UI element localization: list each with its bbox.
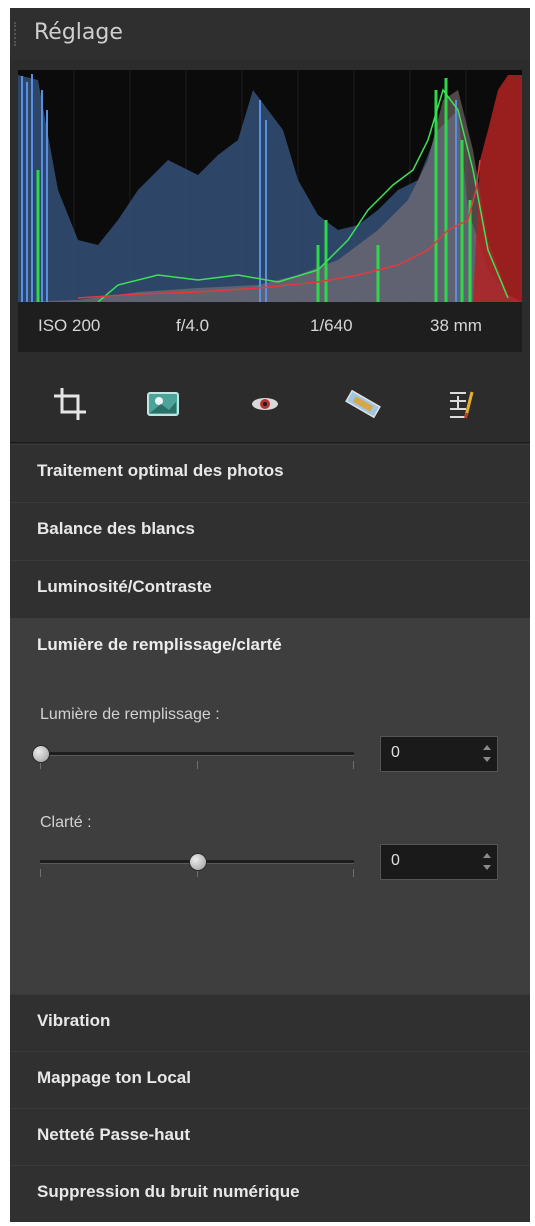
spin-up-icon[interactable] bbox=[483, 853, 491, 858]
slider-tick bbox=[353, 761, 354, 769]
eye-icon[interactable] bbox=[243, 382, 287, 426]
drag-grip-icon[interactable] bbox=[14, 22, 18, 46]
fill-light-slider-thumb[interactable] bbox=[32, 745, 50, 763]
tool-row bbox=[10, 368, 530, 443]
section-lumiere-remplissage-expanded: Lumière de remplissage/clarté Lumière de… bbox=[10, 618, 530, 994]
section-label: Balance des blancs bbox=[37, 519, 195, 538]
spin-up-icon[interactable] bbox=[483, 745, 491, 750]
section-suppression-bruit[interactable]: Suppression du bruit numérique bbox=[10, 1165, 530, 1222]
section-label: Netteté Passe-haut bbox=[37, 1125, 191, 1144]
section-nettete-passe-haut[interactable]: Netteté Passe-haut bbox=[10, 1108, 530, 1167]
adjust-levels-icon[interactable] bbox=[440, 382, 484, 426]
section-label: Vibration bbox=[37, 1011, 111, 1030]
exif-aperture: f/4.0 bbox=[176, 316, 210, 335]
section-label: Mappage ton Local bbox=[37, 1068, 191, 1087]
fill-light-label: Lumière de remplissage : bbox=[40, 706, 220, 723]
adjust-panel: Réglage ISO 200 f/4.0 1/640 38 mm Traite… bbox=[10, 8, 530, 1222]
exif-focal-length: 38 mm bbox=[430, 316, 482, 335]
straighten-icon[interactable] bbox=[341, 382, 385, 426]
panel-title: Réglage bbox=[34, 20, 123, 45]
fill-light-slider-track[interactable] bbox=[40, 752, 354, 756]
expanded-section-title[interactable]: Lumière de remplissage/clarté bbox=[37, 635, 282, 655]
section-label: Luminosité/Contraste bbox=[37, 577, 212, 596]
clarity-slider-thumb[interactable] bbox=[189, 853, 207, 871]
section-mappage-ton-local[interactable]: Mappage ton Local bbox=[10, 1051, 530, 1110]
panel-title-bar: Réglage bbox=[10, 8, 530, 60]
slider-tick bbox=[40, 869, 41, 877]
section-traitement-optimal[interactable]: Traitement optimal des photos bbox=[10, 444, 530, 503]
section-label: Traitement optimal des photos bbox=[37, 461, 284, 480]
section-vibration[interactable]: Vibration bbox=[10, 994, 530, 1053]
section-luminosite-contraste[interactable]: Luminosité/Contraste bbox=[10, 560, 530, 619]
section-balance-des-blancs[interactable]: Balance des blancs bbox=[10, 502, 530, 561]
spin-down-icon[interactable] bbox=[483, 757, 491, 762]
section-label: Suppression du bruit numérique bbox=[37, 1182, 300, 1201]
clarity-label: Clarté : bbox=[40, 814, 92, 831]
exif-info-bar: ISO 200 f/4.0 1/640 38 mm bbox=[18, 302, 522, 352]
spin-down-icon[interactable] bbox=[483, 865, 491, 870]
exif-shutter: 1/640 bbox=[310, 316, 353, 335]
fill-light-spinbox[interactable]: 0 bbox=[380, 736, 498, 772]
crop-icon[interactable] bbox=[48, 382, 92, 426]
fill-light-value: 0 bbox=[391, 744, 400, 761]
exif-iso: ISO 200 bbox=[38, 316, 101, 335]
clarity-value: 0 bbox=[391, 852, 400, 869]
slider-tick bbox=[197, 761, 198, 769]
picture-icon[interactable] bbox=[141, 382, 185, 426]
clarity-spinbox[interactable]: 0 bbox=[380, 844, 498, 880]
histogram bbox=[18, 70, 522, 302]
slider-tick bbox=[353, 869, 354, 877]
